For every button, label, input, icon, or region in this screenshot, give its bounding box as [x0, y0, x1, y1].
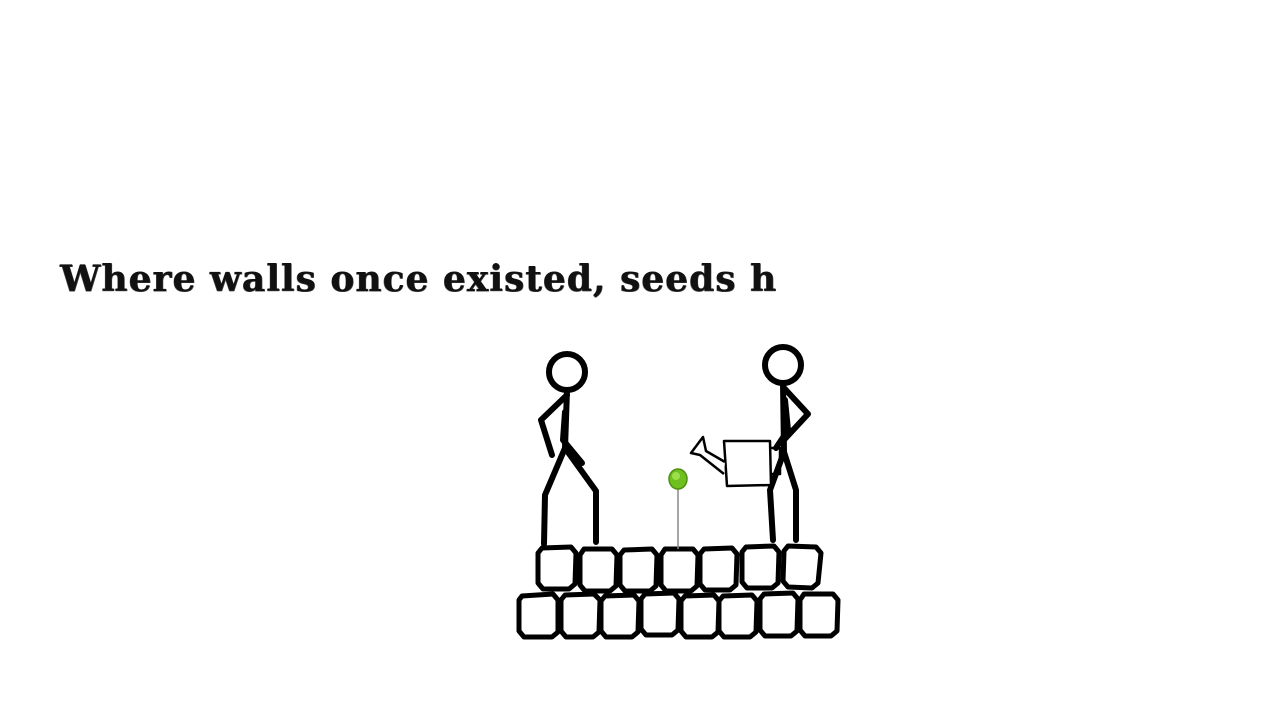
stick-figure-left: [538, 351, 599, 547]
stick-figure-leg: [767, 449, 787, 543]
wall-block: [535, 544, 579, 592]
wall-block: [516, 591, 561, 640]
stick-figure-leg: [781, 449, 799, 543]
wall-block: [577, 546, 620, 594]
stick-figure-right: [762, 344, 811, 543]
sprout: [668, 468, 688, 549]
wall-block: [658, 546, 701, 594]
wall-block: [757, 590, 801, 639]
wall-block: [716, 592, 760, 640]
wall-blocks-top-row: [535, 543, 824, 594]
stick-figure-leg: [541, 445, 568, 547]
wall-block: [797, 591, 841, 639]
scene-illustration: [516, 344, 841, 640]
wall-blocks-bottom-row: [516, 590, 841, 640]
wall-block: [617, 546, 660, 594]
watering-can-icon: [689, 435, 782, 488]
wall-block: [638, 590, 682, 638]
wall-block: [780, 543, 824, 591]
wall-block: [739, 543, 782, 591]
stick-figure-head: [762, 344, 804, 386]
game-stage[interactable]: Where walls once existed, seeds h: [0, 0, 1280, 720]
wall-block: [697, 545, 740, 593]
wall-block: [558, 591, 603, 640]
wall-block: [678, 592, 722, 640]
stick-figure-head: [546, 351, 588, 393]
wall-block: [598, 592, 642, 640]
